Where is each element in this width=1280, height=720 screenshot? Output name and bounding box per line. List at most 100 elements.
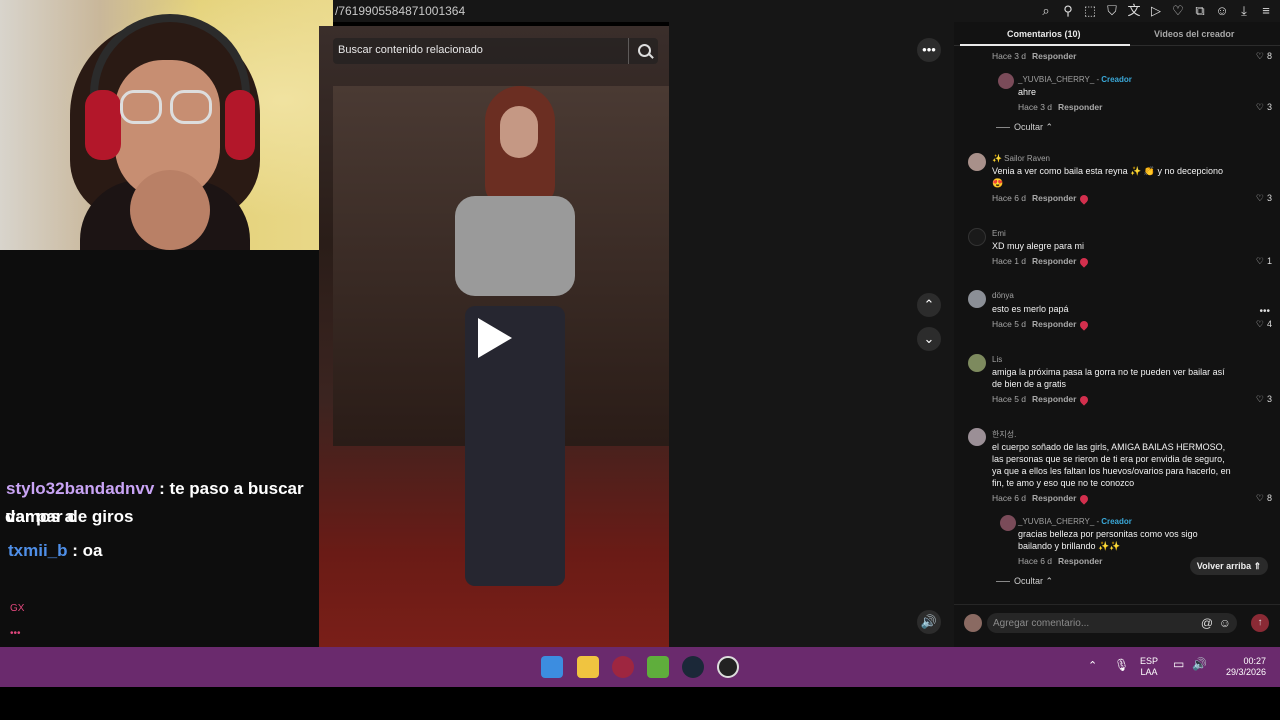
reply-button[interactable]: Responder <box>1032 256 1076 266</box>
comment-text: Venia a ver como baila esta reyna ✨ 👏 y … <box>992 166 1224 176</box>
creator-liked-icon <box>1078 394 1091 406</box>
heart-icon: ♡ <box>1255 102 1264 112</box>
chat-message: txmii_b : oa <box>8 537 103 565</box>
heart-icon: ♡ <box>1255 319 1264 329</box>
comment-author[interactable]: _YUVBIA_CHERRY_ - Creador <box>1018 75 1132 84</box>
send-button[interactable]: ↑ <box>1251 614 1269 632</box>
shield-icon[interactable]: ⛉ <box>1104 2 1120 20</box>
avatar[interactable] <box>968 290 986 308</box>
comment-composer: Agregar comentario... @ ☺ ↑ <box>954 604 1280 647</box>
search-input[interactable]: Buscar contenido relacionado <box>338 44 483 56</box>
like-count[interactable]: ♡ 3 <box>1256 102 1272 113</box>
file-explorer-icon[interactable] <box>577 656 599 678</box>
volume-icon[interactable]: 🔊 <box>917 610 941 634</box>
comment-meta: Hace 3 d Responder <box>1018 102 1103 112</box>
comment-meta: Hace 5 d Responder <box>992 319 1091 331</box>
comment-meta: Hace 6 d Responder <box>992 193 1091 205</box>
language-indicator[interactable]: ESP LAA <box>1140 656 1158 678</box>
screenshot-icon[interactable]: ⬚ <box>1082 2 1098 20</box>
like-count[interactable]: ♡ 3 <box>1256 193 1272 204</box>
like-count[interactable]: ♡ 3 <box>1256 394 1272 405</box>
related-search[interactable]: Buscar contenido relacionado <box>333 38 658 64</box>
tray-chevron-icon[interactable]: ⌃ <box>1088 661 1097 672</box>
more-options-icon[interactable]: ••• <box>917 38 941 62</box>
creator-liked-icon <box>1078 256 1091 268</box>
next-video-button[interactable]: ⌄ <box>917 327 941 351</box>
avatar[interactable] <box>998 73 1014 89</box>
translate-icon[interactable]: 文 <box>1126 2 1142 20</box>
previous-video-button[interactable]: ⌃ <box>917 293 941 317</box>
avatar[interactable] <box>968 153 986 171</box>
comment-text-cont: fin, te amo y eso que no te conozco <box>992 478 1135 488</box>
mention-icon[interactable]: @ <box>1201 616 1213 630</box>
like-count[interactable]: ♡ 8 <box>1256 51 1272 62</box>
reply-button[interactable]: Responder <box>1032 51 1076 61</box>
tab-creator-videos[interactable]: Videos del creador <box>1154 29 1234 39</box>
browser-toolbar: /7619905584871001364 ⌕ ⚲ ⬚ ⛉ 文 ▷ ♡ ⧉ ☺ ⤓… <box>333 0 1280 22</box>
url-text[interactable]: /7619905584871001364 <box>335 4 465 18</box>
comment-author[interactable]: _YUVBIA_CHERRY_ - Creador <box>1018 517 1132 526</box>
comment-input[interactable]: Agregar comentario... @ ☺ <box>987 613 1237 633</box>
emoji-icon[interactable]: ☺ <box>1219 616 1231 630</box>
comment-text: el cuerpo soñado de las girls, AMIGA BAI… <box>992 442 1226 452</box>
like-count[interactable]: ♡ 8 <box>1256 493 1272 504</box>
glasses <box>120 90 215 126</box>
comment-author[interactable]: Lis <box>992 355 1002 364</box>
comment-author[interactable]: ✨ Sailor Raven <box>992 154 1050 163</box>
chat-more-icon[interactable]: ••• <box>10 628 21 639</box>
network-icon[interactable]: ▭ <box>1173 658 1184 670</box>
taskbar: ⌃ 🎙 ESP LAA ▭ 🔊 00:27 29/3/2026 <box>0 647 1280 687</box>
reply-button[interactable]: Responder <box>1032 193 1076 203</box>
avatar[interactable] <box>1000 515 1016 531</box>
zoom-icon[interactable]: ⌕ <box>1038 2 1054 20</box>
speaker-icon[interactable]: 🔊 <box>1192 658 1207 670</box>
comment-meta: Hace 3 d Responder <box>992 51 1077 61</box>
avatar[interactable] <box>968 354 986 372</box>
steam-icon[interactable] <box>682 656 704 678</box>
comment-author[interactable]: Emi <box>992 229 1006 238</box>
like-count[interactable]: ♡ 4 <box>1256 319 1272 330</box>
avatar[interactable] <box>968 228 986 246</box>
heart-icon: ♡ <box>1255 51 1264 61</box>
comment-text-cont: bailando y brillando ✨✨ <box>1018 541 1121 551</box>
menu-icon[interactable]: ≡ <box>1258 2 1274 20</box>
windows-start-icon[interactable] <box>541 656 563 678</box>
heart-icon[interactable]: ♡ <box>1170 2 1186 20</box>
microphone-icon[interactable]: 🎙 <box>1114 659 1129 671</box>
comment-more-icon[interactable]: ••• <box>1259 306 1270 317</box>
comment-author[interactable]: 한지성. <box>992 429 1016 440</box>
extensions-icon[interactable]: ⧉ <box>1192 2 1208 20</box>
comment-text: ahre <box>1018 87 1037 97</box>
play-icon[interactable] <box>478 318 512 358</box>
active-tab-indicator <box>960 44 1130 46</box>
hide-replies-button[interactable]: Ocultar ⌃ <box>996 576 1053 587</box>
reply-button[interactable]: Responder <box>1032 319 1076 329</box>
reply-button[interactable]: Responder <box>1032 394 1076 404</box>
user-avatar[interactable] <box>964 614 982 632</box>
app-icon[interactable] <box>647 656 669 678</box>
reply-button[interactable]: Responder <box>1058 556 1102 566</box>
comment-text: gracias belleza por personitas como vos … <box>1018 529 1198 539</box>
clock[interactable]: 00:27 29/3/2026 <box>1218 656 1266 678</box>
comment-meta: Hace 6 d Responder <box>1018 556 1103 566</box>
comment-author[interactable]: dönya <box>992 291 1014 300</box>
comment-meta: Hace 6 d Responder <box>992 493 1091 505</box>
search-icon[interactable] <box>628 38 658 64</box>
gx-badge: GX <box>10 603 25 614</box>
like-count[interactable]: ♡ 1 <box>1256 256 1272 267</box>
hide-replies-button[interactable]: Ocultar ⌃ <box>996 122 1053 133</box>
profile-icon[interactable]: ☺ <box>1214 2 1230 20</box>
pin-icon[interactable]: ⚲ <box>1060 2 1076 20</box>
comment-text: amiga la próxima pasa la gorra no te pue… <box>992 367 1225 377</box>
opera-gx-icon[interactable] <box>612 656 634 678</box>
tab-comments[interactable]: Comentarios (10) <box>1007 29 1081 39</box>
comment-text: XD muy alegre para mi <box>992 241 1085 251</box>
back-to-top-button[interactable]: Volver arriba ⇑ <box>1190 557 1268 575</box>
download-icon[interactable]: ⤓ <box>1236 2 1252 20</box>
reply-button[interactable]: Responder <box>1058 102 1102 112</box>
obs-icon[interactable] <box>717 656 739 678</box>
reply-button[interactable]: Responder <box>1032 493 1076 503</box>
creator-liked-icon <box>1078 193 1091 205</box>
play-icon[interactable]: ▷ <box>1148 2 1164 20</box>
avatar[interactable] <box>968 428 986 446</box>
